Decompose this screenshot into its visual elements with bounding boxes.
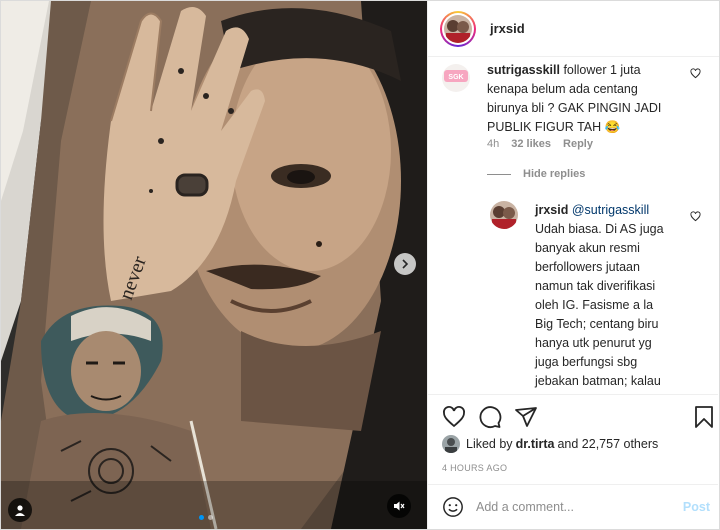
add-comment-input[interactable] — [476, 500, 676, 514]
post-comment-button[interactable]: Post — [683, 500, 710, 514]
hide-replies-label: Hide replies — [523, 168, 586, 180]
reply-author-avatar[interactable] — [490, 201, 518, 229]
comment-time[interactable]: 4h — [487, 138, 499, 150]
comment-bubble-icon[interactable] — [478, 405, 502, 429]
post-actions — [428, 394, 718, 438]
instagram-post: never jrxsid SGK sutrigasskill follower … — [0, 0, 720, 530]
comment-like-heart-icon[interactable] — [690, 68, 701, 79]
post-side-panel: jrxsid SGK sutrigasskill follower 1 juta… — [427, 1, 719, 529]
post-timestamp[interactable]: 4 HOURS AGO — [442, 463, 507, 473]
author-avatar-ring[interactable] — [440, 10, 476, 47]
liked-by-row: Liked by dr.tirta and 22,757 others — [442, 435, 658, 453]
tattoo-photo: never — [1, 1, 427, 529]
add-comment-bar: Post — [428, 484, 718, 529]
mute-button[interactable] — [387, 494, 411, 518]
save-bookmark-icon[interactable] — [694, 405, 714, 429]
next-slide-button[interactable] — [394, 253, 416, 275]
carousel-indicator — [199, 515, 213, 520]
reply-body: Udah biasa. Di AS juga banyak akun resmi… — [535, 222, 664, 394]
user-icon — [15, 505, 25, 516]
comment-text: sutrigasskill follower 1 juta kenapa bel… — [487, 61, 677, 137]
comments-section: SGK sutrigasskill follower 1 juta kenapa… — [428, 58, 718, 394]
reply-username[interactable]: jrxsid — [535, 203, 568, 217]
tagged-users-button[interactable] — [8, 498, 32, 522]
like-heart-icon[interactable] — [442, 405, 466, 429]
speaker-muted-icon — [394, 501, 405, 511]
share-paper-plane-icon[interactable] — [514, 405, 538, 429]
reply-mention[interactable]: @sutrigasskill — [572, 203, 649, 217]
hide-replies-line — [487, 173, 511, 175]
commenter-avatar[interactable]: SGK — [442, 64, 470, 92]
liked-by-user[interactable]: dr.tirta — [516, 437, 555, 451]
post-media[interactable]: never — [1, 1, 427, 529]
emoji-smiley-icon[interactable] — [442, 496, 464, 518]
reply-like-heart-icon[interactable] — [690, 211, 701, 222]
svg-text:SGK: SGK — [448, 74, 463, 81]
comment-meta: 4h 32 likes Reply — [487, 138, 593, 150]
chevron-right-icon — [402, 259, 409, 269]
liker-avatar[interactable] — [442, 435, 460, 453]
comment-likes-count[interactable]: 32 likes — [511, 138, 551, 150]
carousel-dot — [208, 515, 213, 520]
carousel-dot-active — [199, 515, 204, 520]
comment-username[interactable]: sutrigasskill — [487, 63, 560, 77]
hide-replies-button[interactable]: Hide replies — [487, 168, 585, 180]
author-username[interactable]: jrxsid — [490, 21, 525, 36]
liked-by-suffix[interactable]: and 22,757 others — [557, 437, 658, 451]
post-header: jrxsid — [428, 1, 719, 57]
reply-text: jrxsid @sutrigasskill Udah biasa. Di AS … — [535, 201, 670, 394]
reply-button[interactable]: Reply — [563, 138, 593, 150]
liked-by-prefix: Liked by — [466, 437, 513, 451]
author-avatar — [444, 14, 472, 43]
